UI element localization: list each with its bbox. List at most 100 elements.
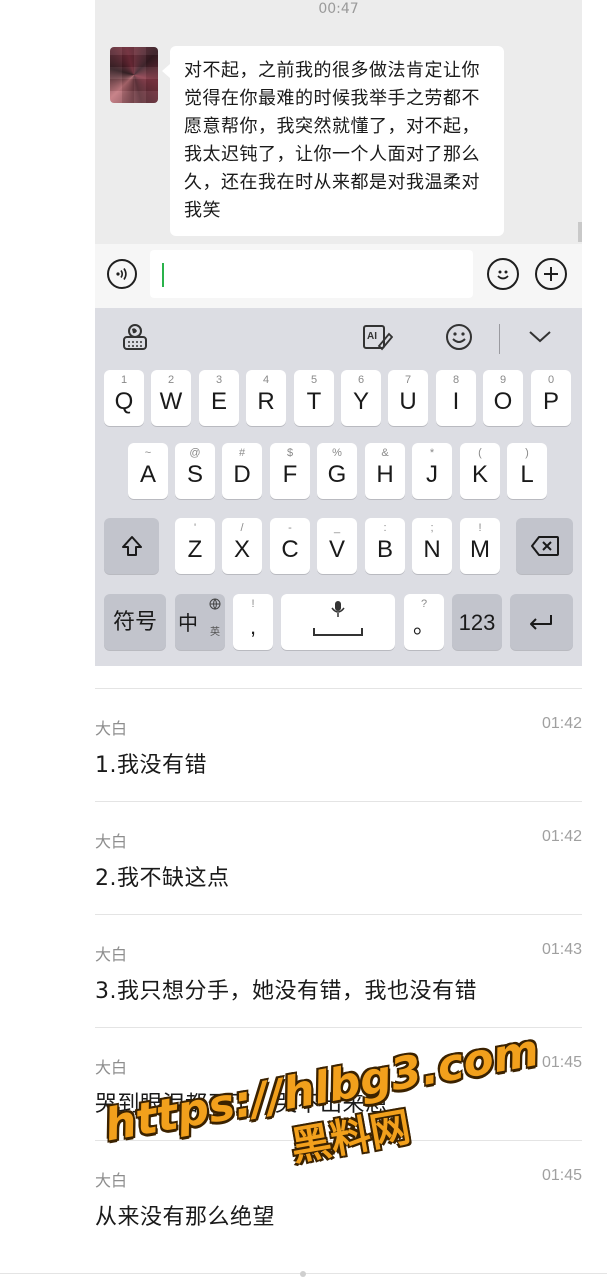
contact-avatar[interactable] [110, 47, 158, 103]
key-sub: 6 [357, 374, 365, 386]
key-g[interactable]: % G [317, 443, 357, 499]
keyboard-settings-icon[interactable] [119, 322, 151, 352]
chat-area: 00:47 对不起，之前我的很多做法肯定让你觉得在你最难的时候我举手之劳都不愿意… [95, 0, 582, 244]
key-label: R [257, 388, 275, 415]
numbers-key[interactable]: 123 [452, 594, 502, 650]
key-sub: ( [478, 447, 482, 459]
collapse-chevron-icon[interactable] [525, 322, 555, 352]
key-r[interactable]: 4R [246, 370, 286, 426]
key-o[interactable]: 9O [483, 370, 523, 426]
page-indicator [300, 1271, 306, 1277]
key-w[interactable]: 2W [151, 370, 191, 426]
ai-write-icon[interactable]: AI [360, 322, 394, 352]
key-sub: $ [286, 447, 294, 459]
key-t[interactable]: 5T [294, 370, 334, 426]
keyboard: AI 1Q 2W 3E 4R 5T 6Y 7U 8I 9O 0P ~ A @ S #… [95, 308, 582, 666]
key-sub: @ [189, 447, 201, 459]
key-label: 符号 [112, 609, 157, 634]
key-h[interactable]: & H [365, 443, 405, 499]
key-label: H [376, 461, 394, 488]
key-label: Y [352, 388, 369, 415]
comma-key[interactable]: !, [233, 594, 273, 650]
key-j[interactable]: * J [412, 443, 452, 499]
key-sub: 2 [167, 374, 175, 386]
message-sender: 大白 [95, 945, 128, 964]
symbols-key[interactable]: 符号 [104, 594, 166, 650]
list-item[interactable]: 大白 01:45 哭到眼泪都干了，哭不出来想 [95, 1027, 582, 1140]
key-label: B [376, 536, 393, 563]
list-item[interactable]: 大白 01:43 3.我只想分手，她没有错，我也没有错 [95, 914, 582, 1027]
key-s[interactable]: @ S [175, 443, 215, 499]
key-m[interactable]: ! M [460, 518, 500, 574]
message-time: 01:45 [541, 1054, 582, 1071]
key-label: G [327, 461, 347, 488]
message-text: 3.我只想分手，她没有错，我也没有错 [95, 979, 477, 1004]
key-u[interactable]: 7U [388, 370, 428, 426]
key-v[interactable]: _ V [317, 518, 357, 574]
message-text: 从来没有那么绝望 [95, 1205, 276, 1230]
key-sub: 3 [215, 374, 223, 386]
key-k[interactable]: (K [460, 443, 500, 499]
key-sub: ! [251, 598, 255, 610]
key-x[interactable]: / X [222, 518, 262, 574]
shift-arrow-icon [122, 536, 142, 556]
key-z[interactable]: ' Z [175, 518, 215, 574]
key-label: L [520, 461, 534, 488]
key-q[interactable]: 1Q [104, 370, 144, 426]
input-bar [95, 244, 582, 308]
key-label: 123 [458, 610, 496, 635]
key-label: 。 [412, 613, 435, 638]
key-label: N [423, 536, 441, 563]
key-l[interactable]: ) L [507, 443, 547, 499]
message-bubble[interactable]: 对不起，之前我的很多做法肯定让你觉得在你最难的时候我举手之劳都不愿意帮你，我突然… [162, 46, 504, 236]
message-sender: 大白 [95, 1171, 128, 1190]
emoji-panel-icon[interactable] [443, 322, 475, 352]
voice-icon[interactable] [107, 259, 137, 289]
message-sender: 大白 [95, 1058, 128, 1077]
plus-icon[interactable] [535, 258, 567, 290]
message-list: 大白 01:42 1.我没有错 大白 01:42 2.我不缺这点 大白 01:4… [95, 688, 582, 1253]
key-label: Z [187, 536, 203, 563]
list-item[interactable]: 大白 01:45 从来没有那么绝望 [95, 1140, 582, 1253]
period-key[interactable]: ?。 [404, 594, 444, 650]
shift-key[interactable] [104, 518, 159, 574]
list-item[interactable]: 大白 01:42 1.我没有错 [95, 688, 582, 801]
key-label: K [471, 461, 488, 488]
key-label: W [159, 388, 183, 415]
key-i[interactable]: 8I [436, 370, 476, 426]
emoji-icon[interactable] [487, 258, 519, 290]
language-switch-key[interactable]: 中 英 [175, 594, 225, 650]
message-time: 01:43 [541, 941, 582, 958]
key-sub: * [429, 447, 435, 459]
key-sub: ; [430, 522, 434, 534]
key-y[interactable]: 6Y [341, 370, 381, 426]
message-time: 01:45 [541, 1167, 582, 1184]
space-bar-icon [313, 628, 363, 636]
key-sub: : [383, 522, 387, 534]
key-label: 中 [178, 613, 198, 635]
space-key[interactable] [281, 594, 395, 650]
key-label: M [470, 536, 490, 563]
key-n[interactable]: ; N [412, 518, 452, 574]
key-c[interactable]: -C [270, 518, 310, 574]
backspace-key[interactable] [516, 518, 573, 574]
key-sub: ' [193, 522, 197, 534]
key-label: Q [114, 388, 134, 415]
key-label: P [542, 388, 559, 415]
key-sub: / [240, 522, 244, 534]
enter-key[interactable] [510, 594, 573, 650]
key-sub: 5 [310, 374, 318, 386]
list-item[interactable]: 大白 01:42 2.我不缺这点 [95, 801, 582, 914]
key-f[interactable]: $ F [270, 443, 310, 499]
microphone-icon [331, 601, 345, 617]
message-input[interactable] [150, 250, 473, 298]
key-b[interactable]: :B [365, 518, 405, 574]
key-label: U [399, 388, 417, 415]
key-d[interactable]: # D [222, 443, 262, 499]
key-label: , [249, 614, 257, 639]
key-p[interactable]: 0P [531, 370, 571, 426]
toolbar-divider [499, 324, 500, 354]
key-e[interactable]: 3E [199, 370, 239, 426]
scrollbar[interactable] [578, 222, 582, 242]
key-a[interactable]: ~ A [128, 443, 168, 499]
